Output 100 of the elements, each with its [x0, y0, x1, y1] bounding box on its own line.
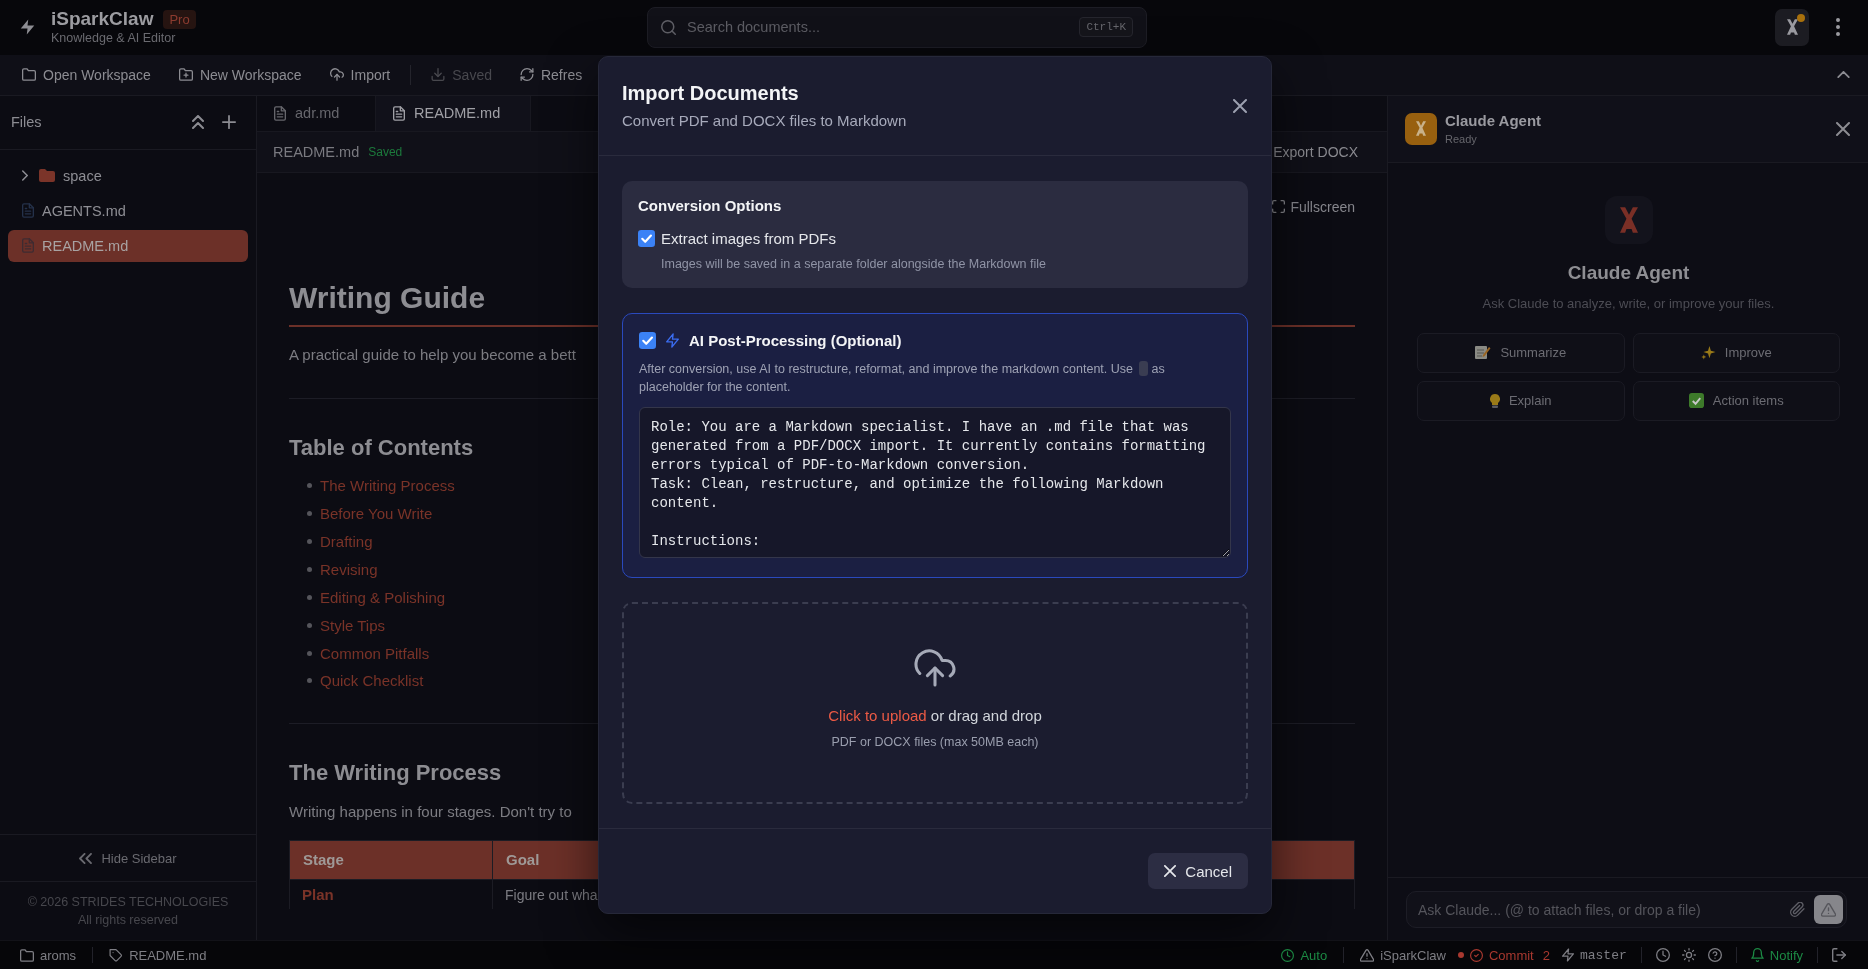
- card-title: Conversion Options: [638, 196, 782, 216]
- status-dot-icon: [1457, 952, 1464, 959]
- agent-button[interactable]: [1775, 8, 1809, 46]
- upload-instructions: Click to upload or drag and drop: [828, 706, 1042, 726]
- toolbar-button[interactable]: Import: [321, 59, 399, 90]
- send-button[interactable]: [1814, 895, 1843, 925]
- folder-plus-icon: [178, 68, 193, 82]
- add-icon[interactable]: [222, 115, 236, 130]
- plan-badge: Pro: [163, 9, 196, 29]
- collapse-icon[interactable]: [1837, 71, 1850, 79]
- checkbox-label: Extract images from PDFs: [661, 229, 837, 247]
- app-subtitle: Knowledge & AI Editor: [51, 31, 176, 47]
- sparkles-icon: [1700, 345, 1716, 360]
- table-header-cell: Stage: [289, 840, 493, 880]
- status-item[interactable]: iSparkClaw: [1360, 944, 1446, 967]
- close-icon: [1164, 865, 1177, 877]
- bolt-icon: [1561, 948, 1574, 963]
- bullet-icon: [307, 622, 312, 628]
- status-item[interactable]: Commit 2: [1457, 944, 1550, 967]
- file-icon: [22, 238, 34, 254]
- tree-item[interactable]: AGENTS.md: [8, 194, 248, 227]
- checkbox[interactable]: [639, 331, 656, 349]
- ai-processing-description: After conversion, use AI to restructure, reformat, and improve the markdown content. Use as placeholder for the content.: [639, 360, 1166, 396]
- theme-icon[interactable]: [1681, 948, 1696, 963]
- warning-icon: [1360, 948, 1375, 962]
- refresh-icon: [519, 68, 534, 82]
- agent-logo-icon: [1604, 195, 1653, 244]
- bullet-icon: [307, 566, 312, 572]
- tree-item[interactable]: README.md: [8, 229, 248, 262]
- download-icon: [431, 68, 446, 82]
- status-item[interactable]: Notify: [1750, 944, 1803, 967]
- hide-sidebar-button[interactable]: Hide Sidebar: [79, 846, 177, 871]
- fullscreen-button[interactable]: Fullscreen: [1272, 196, 1355, 217]
- agent-title: Claude Agent: [1567, 260, 1690, 285]
- bolt-icon: [666, 332, 679, 348]
- bullet-icon: [307, 594, 312, 600]
- app-name: iSparkClaw: [51, 8, 154, 31]
- quick-action-button[interactable]: Improve: [1632, 332, 1840, 373]
- rights-text: All rights reserved: [77, 912, 178, 928]
- folder-icon: [22, 68, 36, 82]
- upload-dropzone[interactable]: Click to upload or drag and drop PDF or DOCX files (max 50MB each): [622, 602, 1248, 804]
- prompt-field[interactable]: Role: You are a Markdown specialist. I have an .md file that was generated from a PDF/DOCX import. It currently contains formatting errors typical of PDF-to-Markdown conversion. Task: Clean, restructure, and optimize the following Markdown content. Instructions:: [639, 407, 1231, 558]
- close-icon[interactable]: [1836, 121, 1850, 136]
- logo-icon: [1786, 19, 1798, 36]
- lightbulb-icon: [1489, 393, 1500, 408]
- memo-icon: [1475, 346, 1492, 360]
- file-icon: [22, 203, 34, 219]
- status-item[interactable]: README.md: [109, 944, 207, 967]
- toolbar-button[interactable]: Refres: [511, 59, 591, 90]
- agent-name: Claude Agent: [1445, 112, 1542, 130]
- status-item[interactable]: Auto: [1281, 944, 1328, 967]
- section-heading: The Writing Process: [289, 758, 502, 787]
- expand-icon: [1272, 200, 1286, 214]
- help-icon[interactable]: [1707, 948, 1722, 963]
- upload-hint: PDF or DOCX files (max 50MB each): [831, 734, 1039, 750]
- tree-item[interactable]: space: [8, 159, 248, 192]
- checkbox[interactable]: [638, 229, 655, 247]
- folder-icon: [20, 948, 34, 962]
- editor-tab[interactable]: README.md: [376, 95, 531, 131]
- panel-title: Files: [11, 114, 42, 131]
- intro-paragraph: A practical guide to help you become a bett: [289, 344, 576, 365]
- cancel-button[interactable]: Cancel: [1148, 853, 1248, 889]
- chat-input-field[interactable]: Ask Claude... (@ to attach files, or drop a file): [1406, 891, 1847, 929]
- quick-action-button[interactable]: Summarize: [1417, 332, 1625, 373]
- logout-icon[interactable]: [1832, 948, 1846, 963]
- section-paragraph: Writing happens in four stages. Don't try to: [289, 801, 572, 822]
- code-chip-icon: [1139, 361, 1149, 376]
- upload-icon: [329, 68, 344, 82]
- export-button[interactable]: Export DOCX: [1273, 143, 1358, 160]
- paperclip-icon[interactable]: [1790, 902, 1805, 918]
- upload-link[interactable]: Click to upload: [828, 707, 927, 724]
- table-cell: Plan: [289, 879, 493, 910]
- quick-action-button[interactable]: Action items: [1632, 380, 1840, 421]
- collapse-all-icon[interactable]: [192, 115, 204, 130]
- cloud-upload-icon: [914, 649, 956, 687]
- toolbar-button[interactable]: New Workspace: [170, 59, 310, 90]
- bell-icon: [1750, 948, 1764, 963]
- check-circle-icon: [1469, 948, 1483, 962]
- bullet-icon: [307, 483, 312, 489]
- clock-icon: [1281, 948, 1295, 962]
- toolbar-button[interactable]: Open Workspace: [14, 59, 159, 90]
- history-icon[interactable]: [1655, 948, 1670, 963]
- search-icon: [661, 19, 676, 35]
- close-icon[interactable]: [1233, 98, 1247, 113]
- bullet-icon: [307, 539, 312, 545]
- file-name: README.md: [273, 143, 360, 160]
- agent-subtitle: Ask Claude to analyze, write, or improve your files.: [1482, 294, 1775, 313]
- check-box-icon: [1688, 393, 1704, 409]
- folder-icon: [39, 169, 55, 183]
- quick-action-button[interactable]: Explain: [1417, 380, 1625, 421]
- warning-icon: [1821, 902, 1836, 917]
- save-status: Saved: [368, 144, 403, 159]
- status-item[interactable]: master: [1561, 944, 1627, 967]
- section-heading: Table of Contents: [289, 433, 474, 462]
- status-item[interactable]: aroms: [20, 944, 77, 967]
- more-icon[interactable]: [1836, 18, 1840, 37]
- tag-icon: [109, 948, 124, 962]
- bullet-icon: [307, 650, 312, 656]
- checkbox-label: AI Post-Processing (Optional): [689, 331, 902, 349]
- file-icon: [274, 105, 286, 121]
